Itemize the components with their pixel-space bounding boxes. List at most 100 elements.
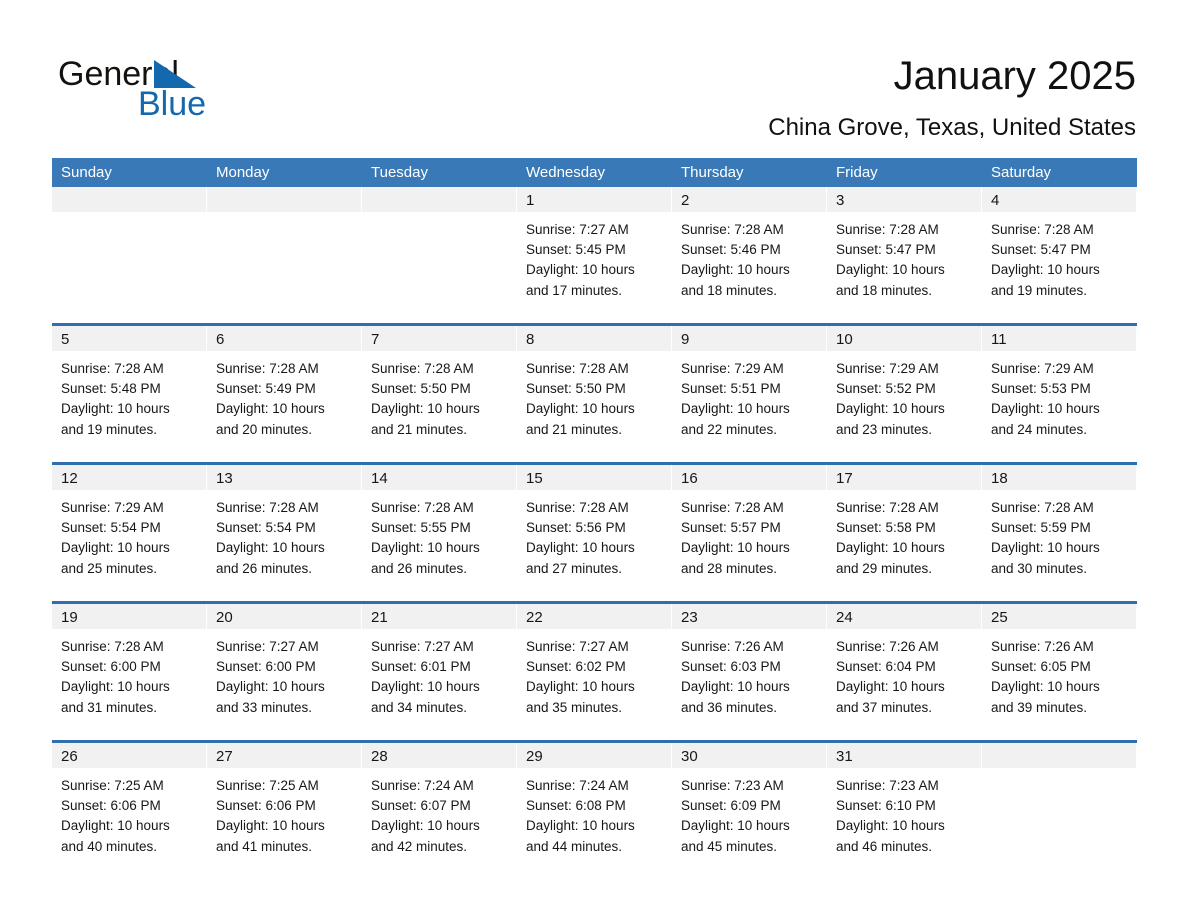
weekday-header-saturday: Saturday <box>991 164 1052 181</box>
day-cell[interactable]: 28 Sunrise: 7:24 AM Sunset: 6:07 PM Dayligh… <box>362 743 517 873</box>
day-info-line: Daylight: 10 hours <box>991 679 1100 695</box>
day-cell[interactable]: 16 Sunrise: 7:28 AM Sunset: 5:57 PM Dayligh… <box>672 465 827 595</box>
day-number: 17 <box>827 465 981 490</box>
day-info-line: Daylight: 10 hours <box>991 262 1100 278</box>
day-sun-info <box>982 768 1136 873</box>
general-blue-logo[interactable]: General Blue <box>58 55 378 135</box>
day-info-line: Sunrise: 7:28 AM <box>61 361 164 376</box>
day-info-line: Sunset: 5:49 PM <box>216 381 316 397</box>
weekday-header-wednesday: Wednesday <box>526 164 605 181</box>
day-sun-info: Sunrise: 7:27 AM Sunset: 6:00 PM Daylight:… <box>207 629 361 734</box>
day-info-line: Sunset: 5:53 PM <box>991 381 1091 397</box>
day-number <box>207 187 361 212</box>
day-info-line: Sunset: 6:03 PM <box>681 659 781 675</box>
day-sun-info: Sunrise: 7:29 AM Sunset: 5:52 PM Daylight:… <box>827 351 981 456</box>
day-cell[interactable]: 17 Sunrise: 7:28 AM Sunset: 5:58 PM Dayligh… <box>827 465 982 595</box>
day-info-line: and 33 minutes. <box>216 699 313 715</box>
calendar-week-row: 19 Sunrise: 7:28 AM Sunset: 6:00 PM Dayligh… <box>52 601 1137 734</box>
day-cell[interactable]: 31 Sunrise: 7:23 AM Sunset: 6:10 PM Dayligh… <box>827 743 982 873</box>
day-cell[interactable]: 24 Sunrise: 7:26 AM Sunset: 6:04 PM Dayligh… <box>827 604 982 734</box>
day-info-line: Daylight: 10 hours <box>61 540 170 556</box>
day-info-line: Sunrise: 7:28 AM <box>681 500 784 515</box>
day-info-line: and 37 minutes. <box>836 699 933 715</box>
day-sun-info: Sunrise: 7:25 AM Sunset: 6:06 PM Daylight:… <box>207 768 361 873</box>
day-cell[interactable]: 11 Sunrise: 7:29 AM Sunset: 5:53 PM Dayligh… <box>982 326 1137 456</box>
day-info-line: Daylight: 10 hours <box>216 679 325 695</box>
day-cell[interactable]: 21 Sunrise: 7:27 AM Sunset: 6:01 PM Dayligh… <box>362 604 517 734</box>
day-info-line: Sunset: 5:51 PM <box>681 381 781 397</box>
day-info-line: and 31 minutes. <box>61 699 158 715</box>
day-cell[interactable]: 30 Sunrise: 7:23 AM Sunset: 6:09 PM Dayligh… <box>672 743 827 873</box>
day-info-line: Sunrise: 7:28 AM <box>681 222 784 237</box>
day-info-line: Daylight: 10 hours <box>991 401 1100 417</box>
day-cell[interactable]: 8 Sunrise: 7:28 AM Sunset: 5:50 PM Daylight… <box>517 326 672 456</box>
day-cell[interactable]: 22 Sunrise: 7:27 AM Sunset: 6:02 PM Dayligh… <box>517 604 672 734</box>
day-cell[interactable]: 10 Sunrise: 7:29 AM Sunset: 5:52 PM Dayligh… <box>827 326 982 456</box>
day-number <box>52 187 206 212</box>
day-info-line: Daylight: 10 hours <box>836 818 945 834</box>
day-info-line: Daylight: 10 hours <box>216 818 325 834</box>
day-cell[interactable]: 19 Sunrise: 7:28 AM Sunset: 6:00 PM Dayligh… <box>52 604 207 734</box>
day-cell[interactable]: 25 Sunrise: 7:26 AM Sunset: 6:05 PM Dayligh… <box>982 604 1137 734</box>
day-number: 10 <box>827 326 981 351</box>
day-cell[interactable]: 29 Sunrise: 7:24 AM Sunset: 6:08 PM Dayligh… <box>517 743 672 873</box>
day-info-line: Sunset: 5:46 PM <box>681 242 781 258</box>
day-sun-info: Sunrise: 7:29 AM Sunset: 5:54 PM Daylight:… <box>52 490 206 595</box>
day-sun-info: Sunrise: 7:28 AM Sunset: 5:50 PM Daylight:… <box>517 351 671 456</box>
day-sun-info: Sunrise: 7:29 AM Sunset: 5:51 PM Daylight:… <box>672 351 826 456</box>
day-info-line: Sunset: 6:00 PM <box>216 659 316 675</box>
day-sun-info: Sunrise: 7:28 AM Sunset: 5:46 PM Daylight:… <box>672 212 826 317</box>
day-cell[interactable]: 9 Sunrise: 7:29 AM Sunset: 5:51 PM Daylight… <box>672 326 827 456</box>
day-cell[interactable]: 20 Sunrise: 7:27 AM Sunset: 6:00 PM Dayligh… <box>207 604 362 734</box>
day-cell[interactable]: 18 Sunrise: 7:28 AM Sunset: 5:59 PM Dayligh… <box>982 465 1137 595</box>
day-cell[interactable]: 23 Sunrise: 7:26 AM Sunset: 6:03 PM Dayligh… <box>672 604 827 734</box>
day-info-line: and 23 minutes. <box>836 421 933 437</box>
day-info-line: Sunset: 6:06 PM <box>61 798 161 814</box>
day-info-line: Daylight: 10 hours <box>61 818 170 834</box>
day-number: 7 <box>362 326 516 351</box>
day-number: 27 <box>207 743 361 768</box>
day-info-line: Daylight: 10 hours <box>61 401 170 417</box>
day-cell[interactable]: 4 Sunrise: 7:28 AM Sunset: 5:47 PM Daylight… <box>982 187 1137 317</box>
day-sun-info: Sunrise: 7:28 AM Sunset: 5:48 PM Daylight:… <box>52 351 206 456</box>
day-info-line: Sunrise: 7:25 AM <box>61 778 164 793</box>
calendar-week-cells: 12 Sunrise: 7:29 AM Sunset: 5:54 PM Dayligh… <box>52 465 1137 595</box>
day-cell[interactable]: 26 Sunrise: 7:25 AM Sunset: 6:06 PM Dayligh… <box>52 743 207 873</box>
day-cell[interactable]: 27 Sunrise: 7:25 AM Sunset: 6:06 PM Dayligh… <box>207 743 362 873</box>
day-info-line: Sunrise: 7:28 AM <box>61 639 164 654</box>
day-number: 3 <box>827 187 981 212</box>
day-info-line: and 34 minutes. <box>371 699 468 715</box>
day-cell[interactable]: 6 Sunrise: 7:28 AM Sunset: 5:49 PM Daylight… <box>207 326 362 456</box>
day-sun-info: Sunrise: 7:28 AM Sunset: 6:00 PM Daylight:… <box>52 629 206 734</box>
day-info-line: Daylight: 10 hours <box>681 540 790 556</box>
day-info-line: Sunrise: 7:28 AM <box>836 500 939 515</box>
day-cell[interactable]: 2 Sunrise: 7:28 AM Sunset: 5:46 PM Daylight… <box>672 187 827 317</box>
day-info-line: Sunrise: 7:27 AM <box>526 222 629 237</box>
day-cell[interactable]: 1 Sunrise: 7:27 AM Sunset: 5:45 PM Daylight… <box>517 187 672 317</box>
day-cell[interactable]: 15 Sunrise: 7:28 AM Sunset: 5:56 PM Dayligh… <box>517 465 672 595</box>
day-info-line: and 29 minutes. <box>836 560 933 576</box>
day-info-line: Daylight: 10 hours <box>681 818 790 834</box>
day-cell[interactable]: 12 Sunrise: 7:29 AM Sunset: 5:54 PM Dayligh… <box>52 465 207 595</box>
day-info-line: and 21 minutes. <box>371 421 468 437</box>
day-info-line: Sunset: 5:47 PM <box>991 242 1091 258</box>
day-cell[interactable]: 14 Sunrise: 7:28 AM Sunset: 5:55 PM Dayligh… <box>362 465 517 595</box>
day-info-line: Daylight: 10 hours <box>526 679 635 695</box>
day-sun-info: Sunrise: 7:26 AM Sunset: 6:05 PM Daylight:… <box>982 629 1136 734</box>
day-cell[interactable]: 5 Sunrise: 7:28 AM Sunset: 5:48 PM Daylight… <box>52 326 207 456</box>
weekday-header-monday: Monday <box>216 164 270 181</box>
day-cell[interactable]: 13 Sunrise: 7:28 AM Sunset: 5:54 PM Dayligh… <box>207 465 362 595</box>
day-cell[interactable]: 7 Sunrise: 7:28 AM Sunset: 5:50 PM Daylight… <box>362 326 517 456</box>
page-subtitle: China Grove, Texas, United States <box>768 114 1136 141</box>
day-sun-info: Sunrise: 7:27 AM Sunset: 5:45 PM Daylight:… <box>517 212 671 317</box>
day-sun-info: Sunrise: 7:28 AM Sunset: 5:50 PM Daylight:… <box>362 351 516 456</box>
day-info-line: Sunrise: 7:29 AM <box>991 361 1094 376</box>
day-number: 26 <box>52 743 206 768</box>
day-info-line: Sunset: 5:55 PM <box>371 520 471 536</box>
day-info-line: and 21 minutes. <box>526 421 623 437</box>
day-cell[interactable]: 3 Sunrise: 7:28 AM Sunset: 5:47 PM Daylight… <box>827 187 982 317</box>
day-info-line: and 17 minutes. <box>526 282 623 298</box>
day-info-line: Daylight: 10 hours <box>836 540 945 556</box>
day-sun-info: Sunrise: 7:28 AM Sunset: 5:47 PM Daylight:… <box>827 212 981 317</box>
day-info-line: and 24 minutes. <box>991 421 1088 437</box>
